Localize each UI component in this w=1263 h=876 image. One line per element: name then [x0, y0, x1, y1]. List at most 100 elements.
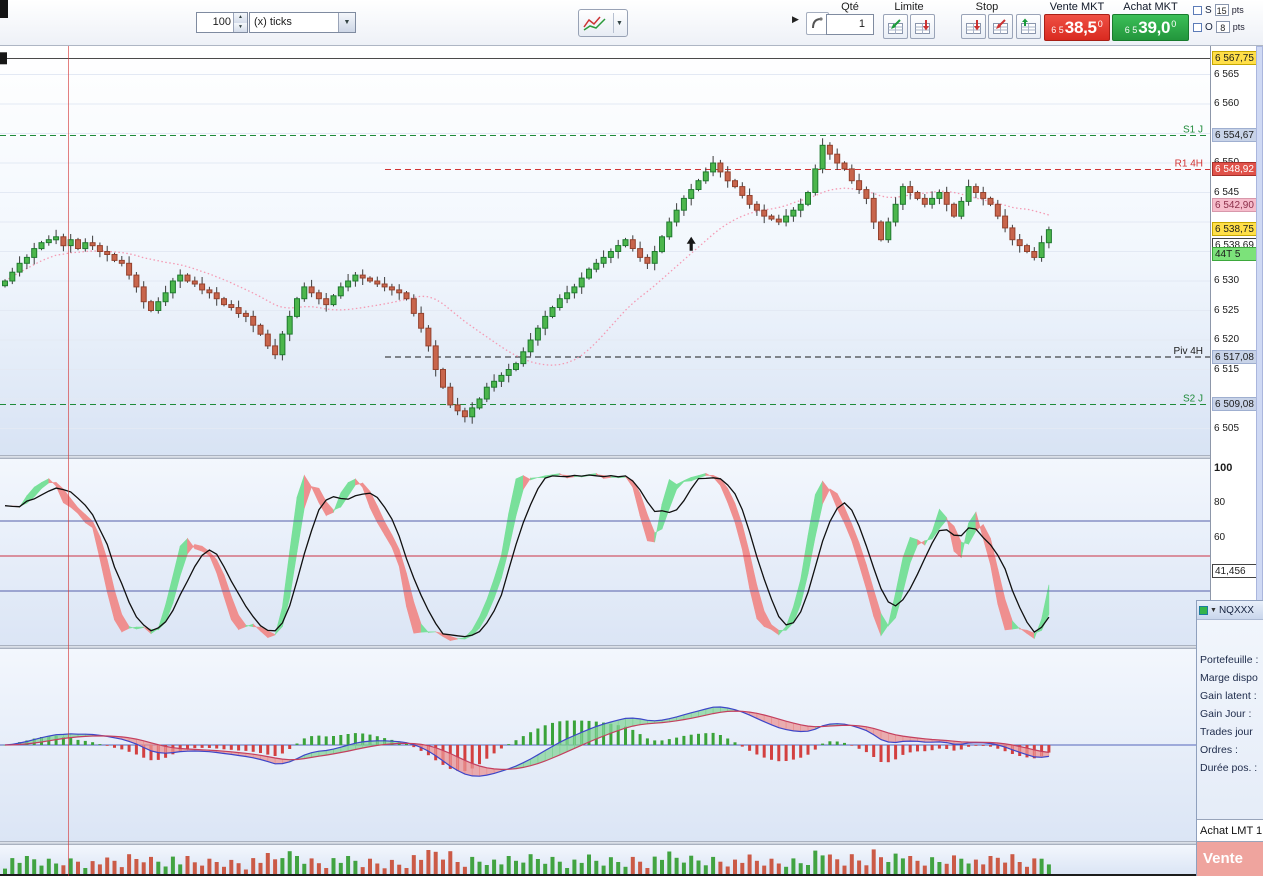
sell-stop-button[interactable] — [988, 14, 1013, 39]
stop-order-group: Stop — [959, 1, 1015, 39]
buy-price-prefix: 6 5 — [1124, 24, 1138, 35]
chevron-down-icon[interactable]: ▼ — [338, 13, 355, 32]
quantity-group: Qté 1 — [824, 1, 876, 35]
stochastic-canvas — [0, 459, 1210, 645]
price-axis-label: 6 520 — [1214, 334, 1240, 345]
stop-pts-value[interactable]: 15 — [1214, 4, 1229, 16]
buy-market-group: Achat MKT 6 5 39,0 0 — [1112, 1, 1189, 41]
price-axis-badge: 6 554,67 — [1212, 128, 1261, 142]
sell-stop-icon — [993, 19, 1008, 34]
instrument-title: NQXXX — [1218, 604, 1254, 616]
order-grid-button[interactable] — [1016, 14, 1041, 39]
price-axis-badge: 6 517,08 — [1212, 350, 1261, 364]
trading-app: 100 ▲ ▼ (x) ticks ▼ ▼ ▶ Qté 1 Limite Sto… — [0, 0, 1263, 876]
price-pane[interactable]: S1 J R1 4H Piv 4H S2 J — [0, 45, 1210, 455]
position-info-row: Portefeuille : — [1200, 654, 1259, 666]
interval-value-input[interactable]: 100 ▲ ▼ — [196, 12, 248, 33]
objective-pts-value[interactable]: 8 — [1215, 21, 1230, 33]
oscillator-axis-label: 80 — [1214, 497, 1226, 508]
price-axis-badge: 6 567,75 — [1212, 51, 1261, 65]
price-chart-canvas: S1 J R1 4H Piv 4H S2 J — [0, 45, 1210, 455]
buy-limit-icon — [888, 19, 903, 34]
cursor-vertical-line — [68, 45, 69, 876]
vertical-scrollbar[interactable] — [1256, 46, 1263, 601]
position-panel-header[interactable]: ▼ NQXXX — [1197, 601, 1263, 620]
chart-type-icon — [583, 16, 606, 31]
sell-market-button[interactable]: 6 5 38,5 0 — [1044, 14, 1110, 41]
position-panel: ▼ NQXXX Portefeuille : Marge dispo Gain la… — [1196, 600, 1263, 876]
position-info-row: Ordres : — [1200, 744, 1238, 756]
stop-checkbox[interactable] — [1193, 5, 1202, 15]
price-axis-label: 6 565 — [1214, 69, 1240, 80]
svg-text:Piv 4H: Piv 4H — [1174, 346, 1203, 357]
buy-limit-button[interactable] — [883, 14, 908, 39]
svg-text:S2 J: S2 J — [1183, 393, 1203, 404]
position-panel-body: Portefeuille : Marge dispo Gain latent : Ga… — [1197, 619, 1263, 818]
order-tool-icon — [812, 17, 823, 29]
objective-setting-row: O 8 pts — [1193, 20, 1263, 34]
price-axis-label: 6 560 — [1214, 98, 1240, 109]
volume-canvas — [0, 845, 1210, 874]
stochastic-pane[interactable] — [0, 459, 1210, 645]
oscillator-axis-label: 100 — [1214, 462, 1233, 474]
sell-market-group: Vente MKT 6 5 38,5 0 — [1044, 1, 1110, 41]
position-info-row: Durée pos. : — [1200, 762, 1258, 774]
spin-down-icon[interactable]: ▼ — [234, 22, 247, 32]
price-axis-badge: 6 548,92 — [1212, 162, 1261, 176]
stop-label: Stop — [975, 1, 999, 13]
chevron-down-icon[interactable]: ▼ — [616, 20, 623, 27]
chart-type-button[interactable]: ▼ — [578, 9, 628, 37]
order-grid-icon — [1021, 18, 1036, 34]
chevron-down-icon[interactable]: ▼ — [1210, 607, 1217, 614]
divider — [613, 13, 614, 33]
price-axis-label: 6 525 — [1214, 305, 1240, 316]
spin-up-icon[interactable]: ▲ — [234, 13, 247, 23]
oscillator-value-badge: 41,456 — [1212, 564, 1261, 578]
price-axis-badge: 6 538,75 — [1212, 222, 1261, 236]
sell-price-sup: 0 — [1097, 18, 1103, 29]
qty-label: Qté — [841, 1, 859, 13]
objective-checkbox-label: O — [1205, 21, 1213, 33]
interval-unit-select[interactable]: (x) ticks ▼ — [249, 12, 356, 33]
achat-mkt-label: Achat MKT — [1123, 1, 1178, 13]
toolbar: 100 ▲ ▼ (x) ticks ▼ ▼ ▶ Qté 1 Limite Sto… — [0, 0, 1263, 46]
buy-market-button[interactable]: 6 5 39,0 0 — [1112, 14, 1189, 41]
buy-stop-button[interactable] — [961, 14, 986, 39]
svg-text:R1 4H: R1 4H — [1175, 158, 1203, 169]
svg-text:S1 J: S1 J — [1183, 124, 1203, 135]
qty-input[interactable]: 1 — [826, 14, 874, 35]
expand-arrow-icon[interactable]: ▶ — [792, 14, 799, 25]
volume-pane[interactable] — [0, 845, 1210, 876]
window-edge-artifact — [0, 0, 8, 18]
price-axis-badge: 6 542,90 — [1212, 198, 1261, 212]
sell-limit-icon — [915, 20, 930, 34]
chart-area: S1 J R1 4H Piv 4H S2 J — [0, 45, 1210, 876]
position-info-row: Trades jour — [1200, 726, 1253, 738]
stop-setting-row: S 15 pts — [1193, 3, 1263, 17]
sell-price-prefix: 6 5 — [1051, 24, 1064, 35]
objective-checkbox[interactable] — [1193, 22, 1202, 32]
interval-value: 100 — [212, 16, 231, 28]
price-axis-badge: 6 509,08 — [1212, 397, 1261, 411]
price-axis-badge: 44T 5 — [1212, 247, 1261, 261]
sell-limit-button[interactable] — [910, 14, 935, 39]
achat-lmt-row[interactable]: Achat LMT 1 — [1197, 819, 1263, 842]
buy-price-main: 39,0 — [1138, 17, 1171, 37]
macd-pane[interactable] — [0, 649, 1210, 841]
position-info-row: Gain Jour : — [1200, 708, 1252, 720]
buy-price-sup: 0 — [1171, 18, 1177, 29]
sell-price-main: 38,5 — [1064, 17, 1097, 37]
objective-pts-unit: pts — [1232, 22, 1245, 32]
interval-unit-value: (x) ticks — [254, 16, 292, 28]
vente-button[interactable]: Vente — [1197, 842, 1263, 876]
price-axis-label: 6 515 — [1214, 364, 1240, 375]
spinner-buttons[interactable]: ▲ ▼ — [233, 13, 247, 32]
limite-label: Limite — [894, 1, 924, 13]
stop-checkbox-label: S — [1205, 4, 1212, 16]
window-icon — [1199, 605, 1208, 615]
stop-pts-unit: pts — [1231, 5, 1244, 15]
vente-mkt-label: Vente MKT — [1049, 1, 1105, 13]
price-axis-label: 6 530 — [1214, 275, 1240, 286]
buy-stop-icon — [966, 20, 981, 34]
limit-order-group: Limite — [881, 1, 937, 39]
